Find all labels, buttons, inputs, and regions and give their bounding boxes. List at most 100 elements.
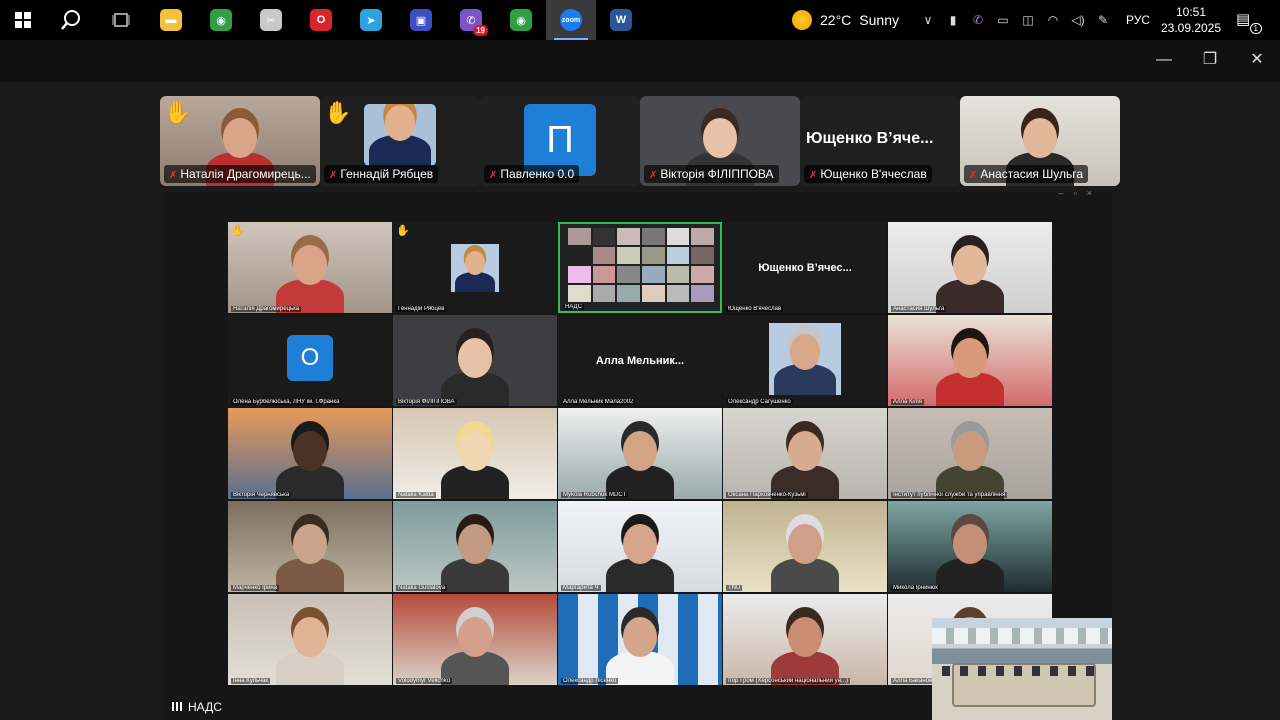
taskbar-app-2[interactable]: ✂ [246,0,296,40]
participant-name-label: Олена Бурбелюська, ЛНУ ім. І.Франка [231,399,342,405]
camera-icon[interactable]: ◫ [1020,12,1036,28]
gallery-participant-tile[interactable]: Марченко Ірина [228,501,392,592]
gallery-participant-tile[interactable]: Вікторія Чернявська [228,408,392,499]
weather-temp: 22°C [820,12,852,28]
sun-icon [792,10,812,30]
strip-participant-tile[interactable]: Ющенко В’яче... ✗ Ющенко В'ячеслав [800,96,960,186]
gallery-window-controls[interactable]: –▫× [1059,188,1102,198]
participant-face [623,524,657,564]
gallery-participant-tile[interactable]: Natalia Guslalova [393,501,557,592]
strip-participant-tile[interactable]: ✋ ✗ Геннадій Рябцев [320,96,480,186]
participant-face [458,338,492,378]
participant-name-label: Вікторія Чернявська [231,492,292,498]
gallery-participant-tile[interactable]: TNU [723,501,887,592]
thumbnail-cell [691,247,714,264]
self-view-video[interactable] [932,618,1112,720]
windows-logo-icon [15,12,31,28]
search-button[interactable] [46,0,96,40]
participant-face [953,524,987,564]
participant-name-display: Ющенко В’яче... [806,130,934,147]
thumbnail-cell [568,285,591,302]
thumbnail-cell [568,247,591,264]
gallery-participant-tile[interactable]: Інна Кульчак [228,594,392,685]
participant-face [953,338,987,378]
gallery-participant-tile[interactable]: Маргарита Ч [558,501,722,592]
gallery-participant-tile[interactable]: Вікторія ФІЛІППОВА [393,315,557,406]
participant-face [788,524,822,564]
gallery-participant-tile[interactable]: Natalia Kalda [393,408,557,499]
word-icon: W [610,9,632,31]
search-icon [61,10,80,30]
gallery-participant-tile[interactable]: НАДС [558,222,722,313]
volume-icon[interactable]: ◁) [1070,12,1086,28]
task-view-button[interactable] [96,0,146,40]
participant-name-label: Оксана Парховченко-Кузьмі [726,492,808,498]
strip-participant-tile[interactable]: ✋ ✗ Наталія Драгомирець... [160,96,320,186]
muted-mic-icon: ✗ [329,170,338,181]
strip-participant-tile[interactable]: П ✗ Павленко 0.0 [480,96,640,186]
taskbar-app-4[interactable]: ➤ [346,0,396,40]
participant-name-label: Вікторія ФІЛІППОВА [396,399,457,405]
gallery-participant-tile[interactable]: Ігор Гром (Херсонський національний ун..… [723,594,887,685]
taskbar-app-9[interactable]: W [596,0,646,40]
gallery-participant-tile[interactable]: Оксана Парховченко-Кузьмі [723,408,887,499]
participant-face [293,245,327,285]
gallery-participant-tile[interactable]: ✋ Геннадій Рябцев [393,222,557,313]
gallery-participant-tile[interactable]: ✋ Наталія Драгомирецька [228,222,392,313]
participant-name-label: ✗ Вікторія ФІЛІППОВА [644,165,779,183]
participant-face [458,524,492,564]
microphone-icon[interactable]: ▮ [945,12,961,28]
strip-participant-tile[interactable]: ✗ Анастасия Шульга [960,96,1120,186]
participant-face [953,431,987,471]
restore-button[interactable]: ❐ [1200,50,1220,70]
taskbar-app-3[interactable]: O [296,0,346,40]
close-button[interactable]: ✕ [1247,50,1267,70]
taskbar-app-0[interactable]: ▬ [146,0,196,40]
strip-participant-tile[interactable]: ✗ Вікторія ФІЛІППОВА [640,96,800,186]
telegram-icon: ➤ [360,9,382,31]
language-indicator[interactable]: РУС [1126,13,1150,27]
wifi-icon[interactable]: ◠ [1045,12,1061,28]
taskbar-app-8[interactable]: zoom [546,0,596,40]
gallery-participant-tile[interactable]: Анастасия Шульга [888,222,1052,313]
participant-name-label: Алла Мельник Мала2002 [561,399,636,405]
thumbnail-cell [568,266,591,283]
pen-icon[interactable]: ✎ [1095,12,1111,28]
chevron-up-icon[interactable]: ∨ [920,12,936,28]
gallery-participant-tile[interactable]: Алла Кілія [888,315,1052,406]
gallery-participant-tile[interactable]: Олександр Лісенко [558,594,722,685]
minimize-button[interactable]: — [1154,50,1174,70]
weather-widget[interactable]: 22°C Sunny [792,0,899,40]
participant-face [953,245,987,285]
avatar-photo [769,323,841,395]
participant-name-label: Natalia Guslalova [396,585,448,591]
participant-name-label: ✗ Анастасия Шульга [964,165,1089,183]
participant-name-label: Геннадій Рябцев [396,306,447,312]
battery-icon[interactable]: ▭ [995,12,1011,28]
taskbar-app-6[interactable]: ✆ 19 [446,0,496,40]
gallery-participant-tile[interactable]: Інститут публічної служби та управління [888,408,1052,499]
gallery-participant-tile[interactable]: Микола Ірнинюк [888,501,1052,592]
gallery-participant-tile[interactable]: Алла Мельник... Алла Мельник Мала2002 [558,315,722,406]
taskbar-app-5[interactable]: ▣ [396,0,446,40]
viber-tray-icon[interactable]: ✆ [970,12,986,28]
opera-icon: O [310,9,332,31]
gallery-participant-tile[interactable]: Volodymyr Velichko [393,594,557,685]
notification-center-button[interactable]: ▤ 1 [1236,10,1262,34]
gallery-participant-tile[interactable]: Ющенко В’ячес... Ющенко В'ячеслав [723,222,887,313]
thumbnail-cell [641,247,665,264]
taskbar-app-1[interactable]: ◉ [196,0,246,40]
participant-face [623,431,657,471]
gallery-participant-tile[interactable]: Олександр Сагушенко [723,315,887,406]
message-icon: ▤ [1236,11,1251,28]
participant-name: Наталія Драгомирець... [180,167,311,181]
start-button[interactable] [0,0,46,40]
clock[interactable]: 10:51 23.09.2025 [1158,4,1224,36]
gallery-participant-tile[interactable]: О Олена Бурбелюська, ЛНУ ім. І.Франка [228,315,392,406]
zoom-icon: zoom [560,9,582,31]
participant-name-label: Марченко Ірина [231,585,280,591]
thumbnail-cell [641,266,665,283]
taskbar-app-7[interactable]: ◉ [496,0,546,40]
participant-name-label: Микола Ірнинюк [891,585,940,591]
gallery-participant-tile[interactable]: Mykola Rubchuk MDCT [558,408,722,499]
